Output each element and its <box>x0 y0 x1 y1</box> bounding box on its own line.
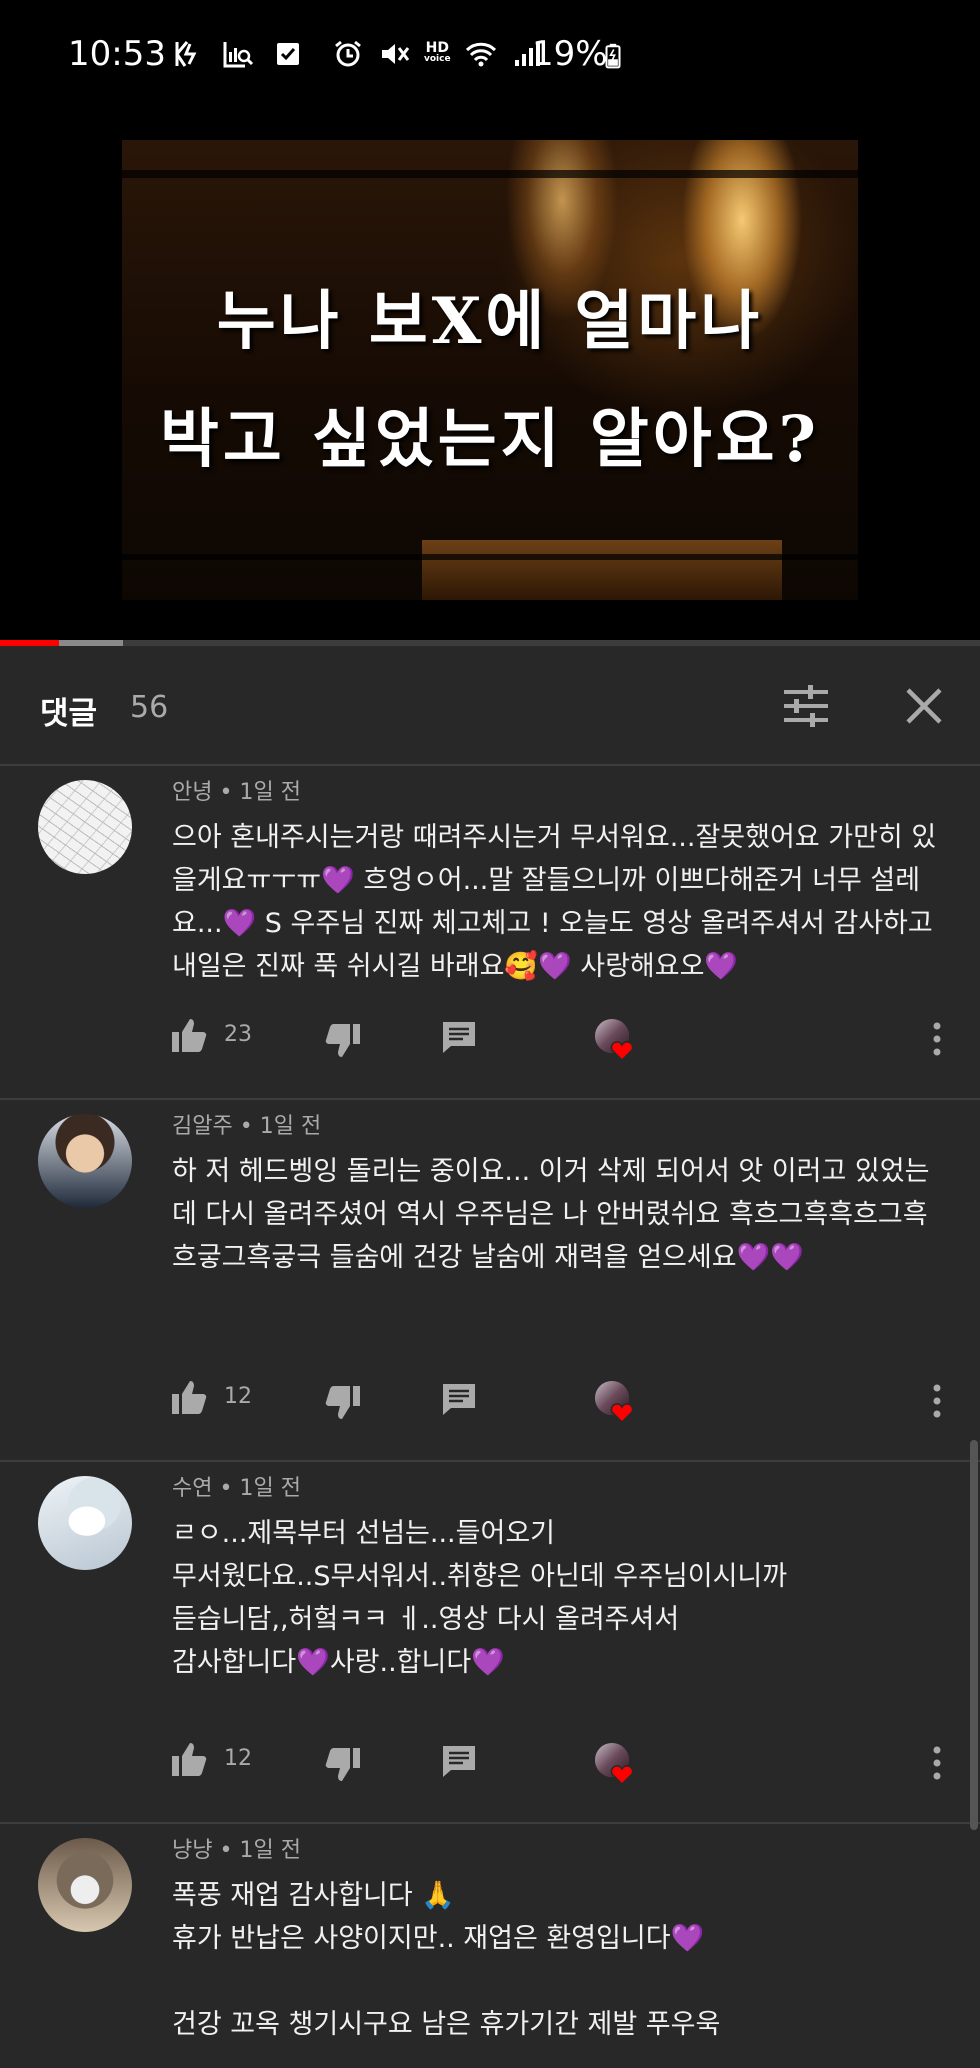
candle-glow <box>422 540 782 600</box>
meta-separator: • <box>219 1476 240 1501</box>
status-bar: 10:53 HD voice 19% <box>0 0 980 120</box>
thumbs-up-icon[interactable] <box>170 1016 208 1054</box>
battery-percent: 19% <box>532 34 608 74</box>
comment-item: 냥냥 • 1일 전 폭풍 재업 감사합니다 🙏 휴가 반납은 사양이지만.. 재… <box>0 1822 980 2068</box>
avatar[interactable] <box>38 1114 132 1208</box>
comment-time: 1일 전 <box>239 1476 301 1501</box>
video-player[interactable]: 누나 보X에 얼마나 박고 싶었는지 알아요? <box>0 120 980 640</box>
sort-filter-icon[interactable] <box>780 680 832 732</box>
status-right-icons: HD voice <box>332 38 543 70</box>
meta-separator: • <box>219 1838 240 1863</box>
comment-time: 1일 전 <box>239 1838 301 1863</box>
frame-band-top <box>122 170 858 178</box>
comments-title: 댓글 <box>40 696 98 732</box>
video-frame <box>122 140 858 600</box>
comment-time: 1일 전 <box>239 780 301 805</box>
thumbs-up-icon[interactable] <box>170 1378 208 1416</box>
more-vert-icon[interactable] <box>922 1382 952 1420</box>
hd-voice-badge: HD voice <box>424 40 451 65</box>
reply-icon[interactable] <box>440 1018 478 1056</box>
comment-author[interactable]: 수연 <box>172 1476 212 1501</box>
meta-separator: • <box>239 1114 260 1139</box>
status-time: 10:53 <box>68 34 166 74</box>
battery-icon <box>605 43 621 69</box>
comment-meta: 김알주 • 1일 전 <box>172 1108 321 1140</box>
thumbs-down-icon[interactable] <box>324 1746 362 1784</box>
avatar[interactable] <box>38 1838 132 1932</box>
comment-item: 안녕 • 1일 전 으아 혼내주시는거랑 때려주시는거 무서워요...잘못했어요… <box>0 764 980 1100</box>
thumbs-down-icon[interactable] <box>324 1022 362 1060</box>
mute-icon <box>382 44 410 64</box>
comments-count: 56 <box>130 690 169 725</box>
comment-time: 1일 전 <box>259 1114 322 1139</box>
comment-text: 으아 혼내주시는거랑 때려주시는거 무서워요...잘못했어요 가만히 있을게요ㅠ… <box>172 822 937 982</box>
avatar[interactable] <box>38 780 132 874</box>
comment-meta: 냥냥 • 1일 전 <box>172 1832 301 1864</box>
video-caption-line-1: 누나 보X에 얼마나 <box>216 284 764 359</box>
comments-header: 댓글 56 <box>0 646 980 766</box>
comment-author[interactable]: 안녕 <box>172 780 212 805</box>
avatar[interactable] <box>38 1476 132 1570</box>
comment-actions: 23 <box>0 1008 980 1068</box>
comment-actions: 12 <box>0 1370 980 1430</box>
thumbs-down-icon[interactable] <box>324 1384 362 1422</box>
comment-author[interactable]: 냥냥 <box>172 1838 212 1863</box>
comment-text: ㄹㅇ...제목부터 선넘는...들어오기 무서웠다요..S무서워서..취향은 아… <box>172 1518 788 1678</box>
more-vert-icon[interactable] <box>922 1020 952 1058</box>
comment-item: 김알주 • 1일 전 하 저 헤드벵잉 돌리는 중이요... 이거 삭제 되어서… <box>0 1098 980 1462</box>
status-left-icons <box>172 38 304 70</box>
checkbox-icon <box>277 43 299 65</box>
alarm-icon <box>335 40 361 67</box>
creator-heart-icon <box>595 1019 634 1062</box>
like-count: 12 <box>224 1746 252 1771</box>
comment-actions: 12 <box>0 1732 980 1792</box>
hd-label: HD <box>425 40 449 56</box>
video-caption-line-2: 박고 싶었는지 알아요? <box>160 402 820 477</box>
reply-icon[interactable] <box>440 1742 478 1780</box>
comment-meta: 수연 • 1일 전 <box>172 1470 301 1502</box>
like-count: 23 <box>224 1022 252 1047</box>
comment-item: 수연 • 1일 전 ㄹㅇ...제목부터 선넘는...들어오기 무서웠다요..S무… <box>0 1460 980 1824</box>
like-count: 12 <box>224 1384 252 1409</box>
comment-text: 하 저 헤드벵잉 돌리는 중이요... 이거 삭제 되어서 앗 이러고 있었는데… <box>172 1156 930 1273</box>
comment-meta: 안녕 • 1일 전 <box>172 774 301 806</box>
creator-heart-icon <box>595 1743 634 1786</box>
voice-label: voice <box>424 54 451 64</box>
lightning-k-icon <box>175 41 197 67</box>
reply-icon[interactable] <box>440 1380 478 1418</box>
comment-author[interactable]: 김알주 <box>172 1114 233 1139</box>
thumbs-up-icon[interactable] <box>170 1740 208 1778</box>
more-vert-icon[interactable] <box>922 1744 952 1782</box>
frame-band-bottom <box>122 554 858 560</box>
chart-search-icon <box>223 42 254 68</box>
close-icon[interactable] <box>900 682 948 730</box>
scrollbar[interactable] <box>970 1440 978 1830</box>
meta-separator: • <box>219 780 240 805</box>
comment-text: 폭풍 재업 감사합니다 🙏 휴가 반납은 사양이지만.. 재업은 환영입니다💜 … <box>172 1880 721 2040</box>
creator-heart-icon <box>595 1381 634 1424</box>
wifi-icon <box>465 42 496 67</box>
